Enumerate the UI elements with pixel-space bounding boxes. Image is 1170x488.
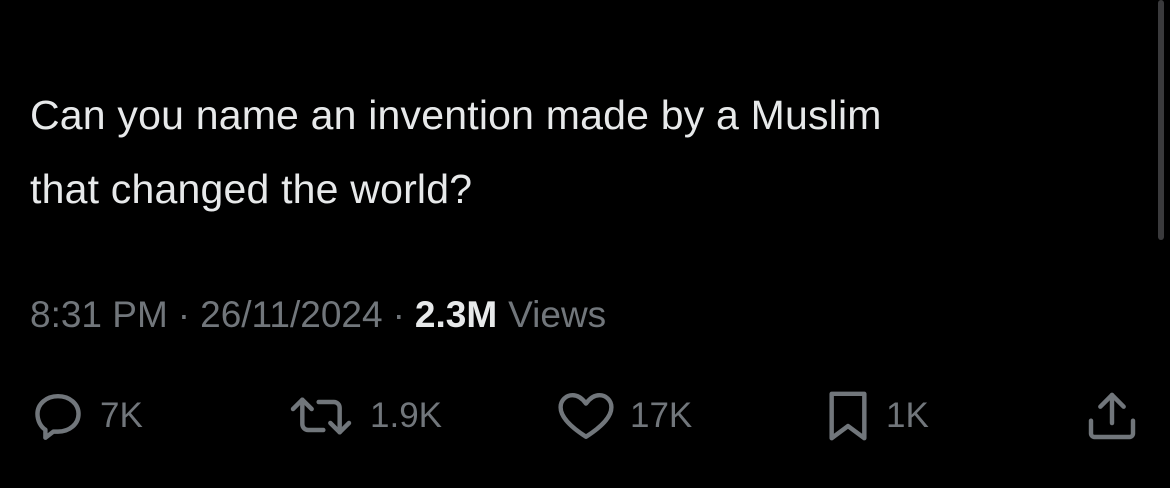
bookmark-icon [824, 388, 872, 444]
repost-icon [286, 388, 356, 444]
views-count[interactable]: 2.3M [415, 294, 497, 336]
share-icon [1084, 388, 1140, 444]
share-button[interactable] [1084, 388, 1140, 444]
repost-button[interactable]: 1.9K [286, 388, 442, 444]
views-label: Views [508, 294, 607, 335]
meta-separator: · [177, 294, 191, 335]
bookmark-count: 1K [886, 396, 929, 435]
scrollbar[interactable] [1158, 0, 1164, 240]
repost-count: 1.9K [370, 396, 442, 435]
reply-count: 7K [100, 396, 143, 435]
like-button[interactable]: 17K [556, 388, 692, 444]
tweet-text: Can you name an invention made by a Musl… [30, 92, 882, 212]
like-count: 17K [630, 396, 693, 435]
tweet-date[interactable]: 26/11/2024 [200, 294, 382, 336]
reply-button[interactable]: 7K [30, 388, 143, 444]
heart-icon [556, 388, 616, 444]
tweet-meta: 8:31 PM · 26/11/2024 · 2.3M Views [30, 290, 606, 340]
action-bar: 7K 1.9K 17K 1K [0, 388, 1170, 444]
reply-icon [30, 388, 86, 444]
tweet-time[interactable]: 8:31 PM [30, 294, 168, 336]
meta-separator: · [392, 294, 405, 335]
bookmark-button[interactable]: 1K [824, 388, 929, 444]
